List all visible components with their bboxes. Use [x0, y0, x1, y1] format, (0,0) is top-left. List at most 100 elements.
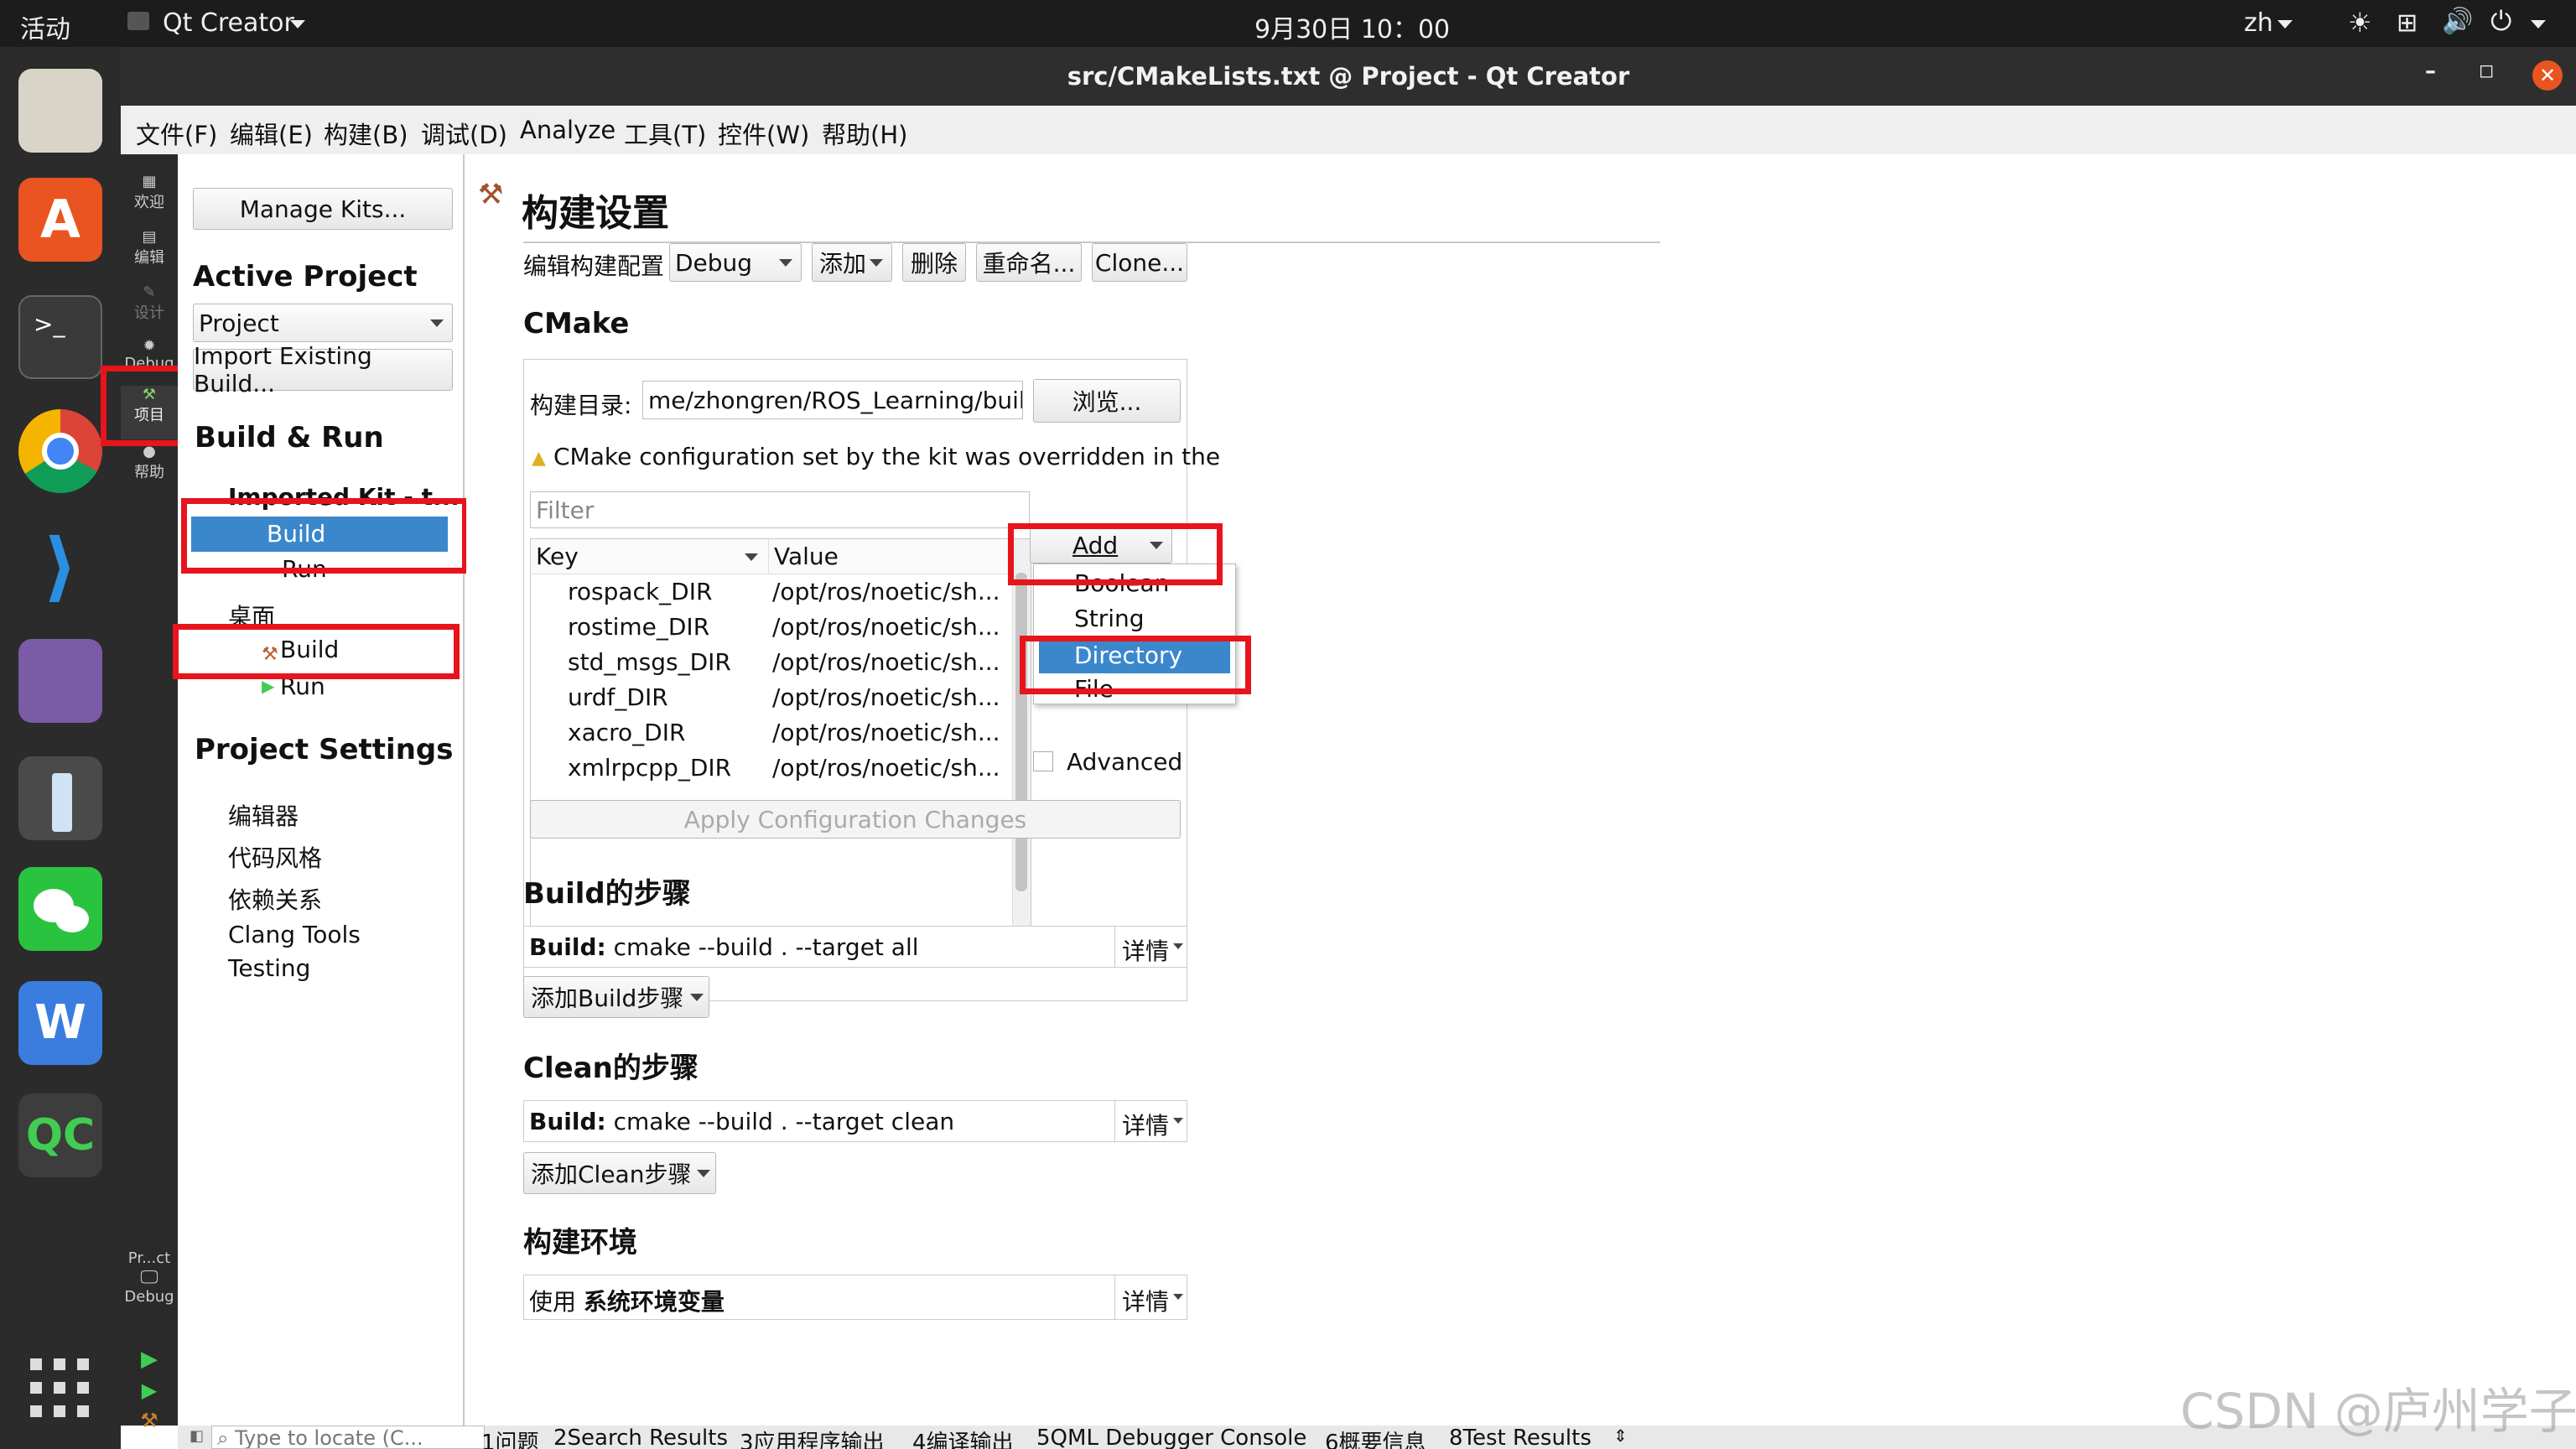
- menu-help[interactable]: 帮助(H): [822, 116, 907, 151]
- monitor-icon: 🖵: [140, 1267, 158, 1288]
- edit-config-label: 编辑构建配置: [523, 252, 665, 280]
- advanced-label: Advanced: [1067, 748, 1183, 776]
- menu-build[interactable]: 构建(B): [324, 116, 408, 151]
- tab-search-results[interactable]: 2Search Results: [553, 1426, 728, 1449]
- filter-input[interactable]: Filter: [530, 491, 1030, 528]
- wps-icon[interactable]: W: [18, 981, 102, 1065]
- import-build-button[interactable]: Import Existing Build...: [193, 342, 453, 397]
- settings-clang-tools[interactable]: Clang Tools: [228, 921, 361, 948]
- menu-item-string[interactable]: String: [1074, 605, 1145, 632]
- menu-debug[interactable]: 调试(D): [421, 116, 507, 151]
- run-icon[interactable]: ▶: [121, 1347, 178, 1372]
- add-clean-step-button[interactable]: 添加Clean步骤: [523, 1152, 716, 1194]
- clock[interactable]: 9月30日 10：00: [1254, 8, 1450, 45]
- build-dir-input[interactable]: me/zhongren/ROS_Learning/build: [642, 381, 1023, 419]
- clone-config-button[interactable]: Clone...: [1092, 243, 1187, 282]
- clean-step-row[interactable]: Build: cmake --build . --target clean 详情: [523, 1100, 1187, 1142]
- chrome-icon[interactable]: [18, 409, 102, 493]
- minimize-icon[interactable]: –: [2425, 59, 2436, 84]
- settings-code-style[interactable]: 代码风格: [228, 840, 322, 874]
- settings-dependencies[interactable]: 依赖关系: [228, 882, 322, 916]
- scrollbar-thumb[interactable]: [1015, 573, 1027, 891]
- debug-run-icon[interactable]: ▶: [121, 1379, 178, 1402]
- mode-help[interactable]: ● 帮助: [121, 443, 178, 482]
- add-build-step-button[interactable]: 添加Build步骤: [523, 976, 709, 1018]
- app-menu-name[interactable]: Qt Creator: [163, 8, 294, 38]
- close-icon[interactable]: ✕: [2532, 60, 2563, 91]
- activities-button[interactable]: 活动: [20, 8, 70, 45]
- manage-kits-button[interactable]: Manage Kits...: [193, 188, 453, 230]
- terminal-icon[interactable]: >_: [18, 295, 102, 379]
- brightness-icon[interactable]: ☀: [2348, 7, 2372, 39]
- show-apps-icon[interactable]: [30, 1358, 89, 1417]
- apply-config-button[interactable]: Apply Configuration Changes: [530, 800, 1181, 839]
- tab-test-results[interactable]: 8Test Results: [1449, 1426, 1592, 1449]
- kit-override-warning: CMake configuration set by the kit was o…: [553, 443, 1221, 470]
- browse-button[interactable]: 浏览...: [1033, 379, 1181, 423]
- sort-icon: [745, 553, 758, 561]
- video-editor-icon[interactable]: [18, 639, 102, 723]
- column-header-value[interactable]: Value: [769, 539, 1012, 574]
- advanced-checkbox[interactable]: [1033, 751, 1053, 771]
- highlight-add-button: [1008, 523, 1223, 585]
- hammer-icon: ⚒: [478, 178, 504, 211]
- table-row[interactable]: rospack_DIR/opt/ros/noetic/sh...: [531, 574, 1031, 610]
- menu-file[interactable]: 文件(F): [136, 116, 217, 151]
- window-title: src/CMakeLists.txt @ Project - Qt Creato…: [1067, 62, 1630, 91]
- build-env-row[interactable]: 使用 系统环境变量 详情: [523, 1275, 1187, 1320]
- tab-issues[interactable]: 1问题: [481, 1426, 539, 1449]
- add-config-button[interactable]: 添加: [812, 243, 892, 282]
- table-row[interactable]: urdf_DIR/opt/ros/noetic/sh...: [531, 680, 1031, 715]
- table-row[interactable]: xacro_DIR/opt/ros/noetic/sh...: [531, 715, 1031, 750]
- kit-selector[interactable]: Pr...ct 🖵 Debug: [121, 1249, 178, 1306]
- rename-config-button[interactable]: 重命名...: [976, 243, 1082, 282]
- menu-window[interactable]: 控件(W): [718, 116, 809, 151]
- qtcreator-icon[interactable]: QC: [18, 1093, 102, 1177]
- more-tabs-icon[interactable]: ⇕: [1613, 1426, 1628, 1446]
- volume-icon[interactable]: 🔊: [2442, 7, 2473, 36]
- wechat-icon[interactable]: [18, 867, 102, 951]
- network-icon[interactable]: ⊞: [2397, 8, 2418, 38]
- window-titlebar: src/CMakeLists.txt @ Project - Qt Creato…: [121, 47, 2576, 106]
- build-step-row[interactable]: Build: cmake --build . --target all 详情: [523, 926, 1187, 968]
- maximize-icon[interactable]: ◻: [2479, 60, 2494, 81]
- menu-analyze[interactable]: Analyze: [520, 116, 615, 144]
- files-icon[interactable]: [18, 69, 102, 153]
- build-settings-panel: ⚒ 构建设置 编辑构建配置 Debug 添加 删除 重命名... Clone..…: [466, 154, 2576, 1426]
- table-row[interactable]: rostime_DIR/opt/ros/noetic/sh...: [531, 610, 1031, 645]
- build-icon[interactable]: ⚒: [121, 1409, 178, 1432]
- toggle-sidebar-icon[interactable]: ◧: [190, 1427, 204, 1445]
- power-icon[interactable]: ⏻: [2490, 5, 2511, 38]
- menu-edit[interactable]: 编辑(E): [230, 116, 313, 151]
- delete-config-button[interactable]: 删除: [902, 243, 966, 282]
- table-row[interactable]: std_msgs_DIR/opt/ros/noetic/sh...: [531, 645, 1031, 680]
- tab-general-messages[interactable]: 6概要信息: [1325, 1426, 1426, 1449]
- build-env-details-button[interactable]: 详情: [1114, 1275, 1187, 1319]
- active-project-select[interactable]: Project: [193, 304, 453, 342]
- chevron-down-icon: [2531, 20, 2546, 29]
- tab-app-output[interactable]: 3应用程序输出: [740, 1426, 885, 1449]
- table-row[interactable]: xmlrpcpp_DIR/opt/ros/noetic/sh...: [531, 750, 1031, 786]
- software-center-icon[interactable]: A: [18, 178, 102, 262]
- mode-welcome[interactable]: ▦ 欢迎: [121, 173, 178, 212]
- mode-design[interactable]: ✎ 设计: [121, 283, 178, 323]
- locator-input[interactable]: ⌕ Type to locate (C...: [211, 1426, 485, 1449]
- ubuntu-dock: A >_ ⟩ W QC: [0, 47, 121, 1449]
- build-dir-label: 构建目录:: [530, 392, 632, 419]
- paint-icon[interactable]: [18, 756, 102, 840]
- column-header-key[interactable]: Key: [531, 539, 769, 574]
- grid-icon: ▦: [142, 173, 157, 190]
- clean-step-details-button[interactable]: 详情: [1114, 1101, 1187, 1141]
- build-config-select[interactable]: Debug: [669, 243, 802, 282]
- vscode-icon[interactable]: ⟩: [18, 525, 102, 609]
- tab-compile-output[interactable]: 4编译输出: [912, 1426, 1014, 1449]
- menu-tools[interactable]: 工具(T): [624, 116, 706, 151]
- table-scrollbar[interactable]: ▼: [1012, 539, 1031, 942]
- build-step-details-button[interactable]: 详情: [1114, 927, 1187, 967]
- settings-testing[interactable]: Testing: [228, 954, 310, 982]
- tab-qml-console[interactable]: 5QML Debugger Console: [1036, 1426, 1306, 1449]
- qt-app-icon: [127, 12, 149, 30]
- input-language[interactable]: zh: [2244, 8, 2273, 38]
- settings-editor[interactable]: 编辑器: [228, 798, 299, 832]
- mode-edit[interactable]: ▤ 编辑: [121, 228, 178, 267]
